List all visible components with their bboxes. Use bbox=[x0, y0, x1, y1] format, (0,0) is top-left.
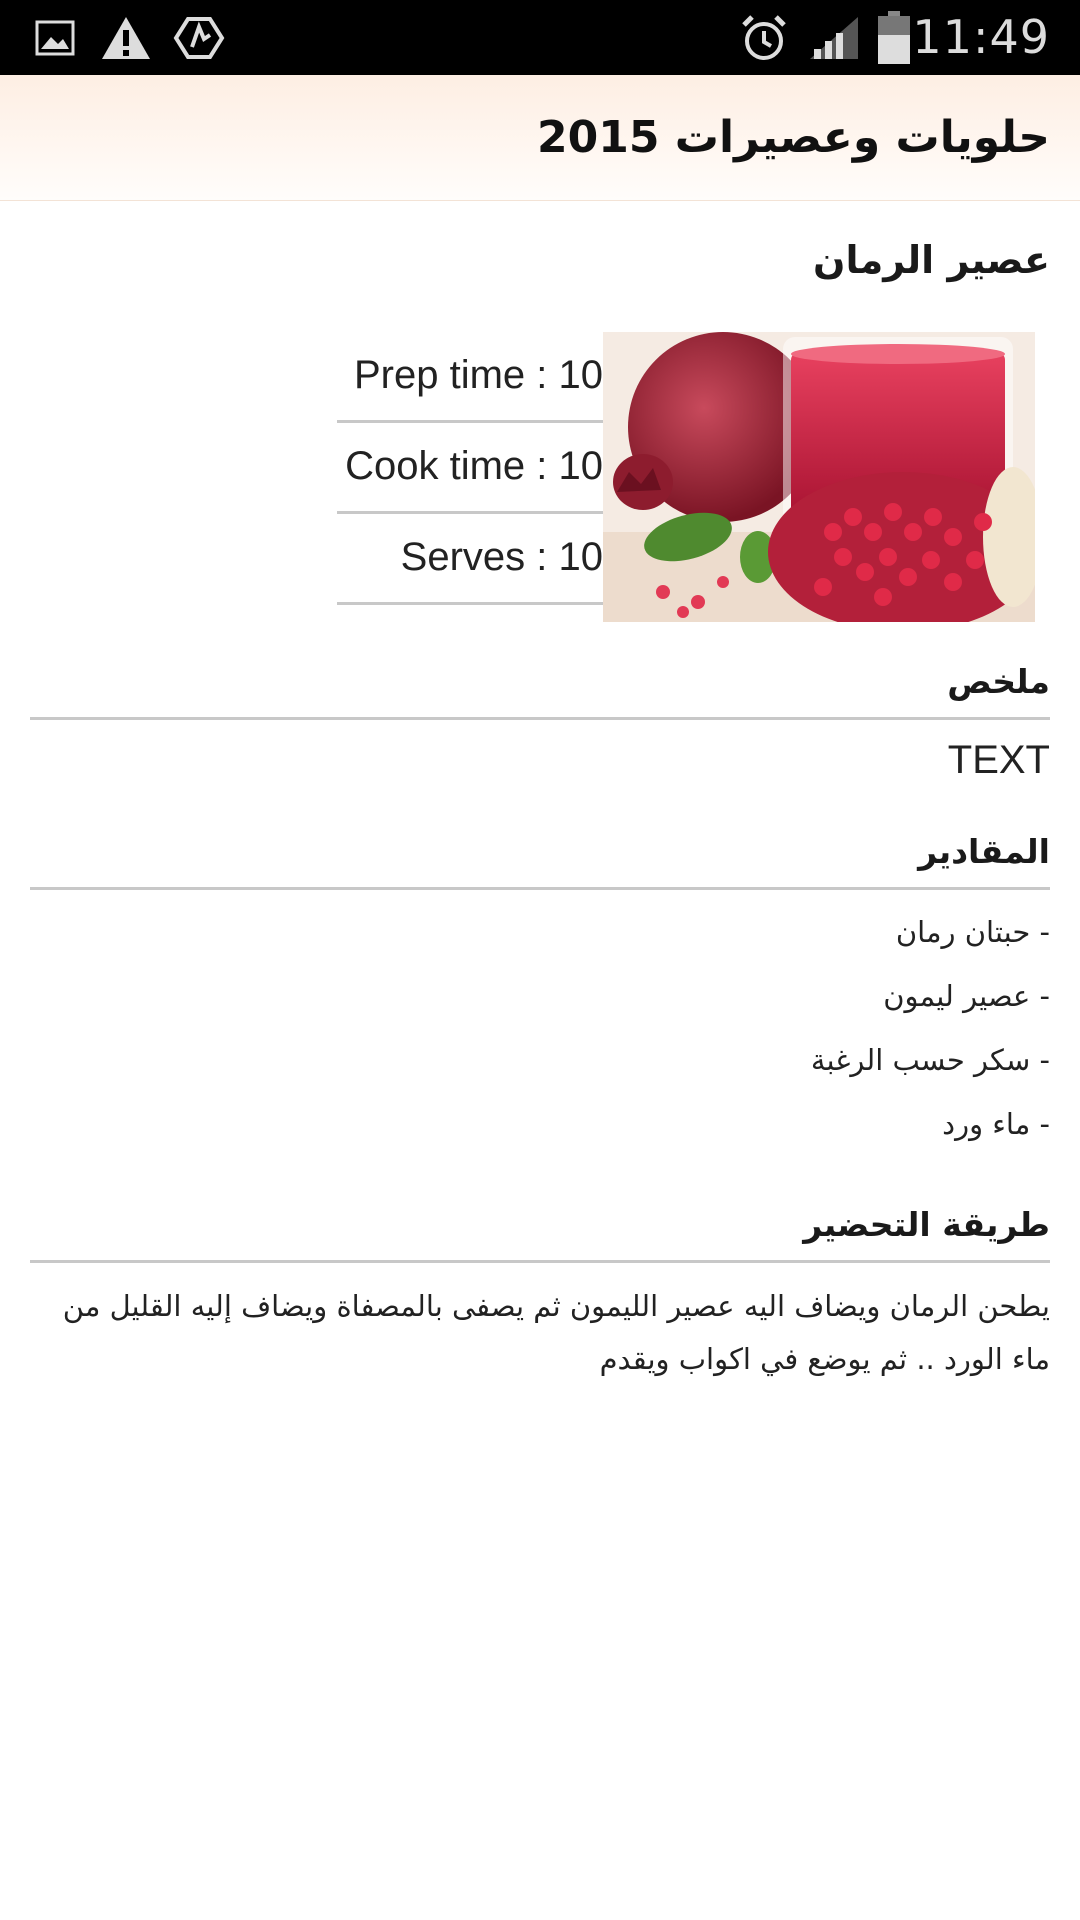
app-notification-icon bbox=[170, 0, 228, 75]
serves: Serves : 10 bbox=[337, 514, 603, 605]
ingredients-heading: المقادير bbox=[30, 832, 1050, 890]
action-bar: حلويات وعصيرات 2015 bbox=[0, 75, 1080, 201]
list-item: - ماء ورد bbox=[942, 1107, 1050, 1141]
recipe-image bbox=[603, 332, 1035, 622]
summary-text: TEXT bbox=[947, 738, 1050, 782]
method-heading: طريقة التحضير bbox=[30, 1205, 1050, 1263]
app-title: حلويات وعصيرات 2015 bbox=[536, 112, 1050, 163]
prep-time: Prep time : 10 bbox=[337, 332, 603, 423]
list-item: - عصير ليمون bbox=[883, 979, 1050, 1013]
list-item: - حبتان رمان bbox=[895, 915, 1050, 949]
ingredients-list: - حبتان رمان - عصير ليمون - سكر حسب الرغ… bbox=[811, 905, 1050, 1161]
signal-icon bbox=[806, 0, 862, 75]
status-bar: 11:49 bbox=[0, 0, 1080, 75]
picture-icon bbox=[30, 0, 80, 75]
battery-icon bbox=[872, 0, 916, 75]
clock: 11:49 bbox=[912, 10, 1050, 64]
summary-heading: ملخص bbox=[30, 662, 1050, 720]
method-text: يطحن الرمان ويضاف اليه عصير الليمون ثم ي… bbox=[62, 1289, 1050, 1376]
recipe-title: عصير الرمان bbox=[813, 238, 1050, 282]
warning-icon bbox=[98, 0, 154, 75]
cook-time: Cook time : 10 bbox=[337, 423, 603, 514]
list-item: - سكر حسب الرغبة bbox=[810, 1043, 1050, 1077]
alarm-icon bbox=[736, 0, 792, 75]
recipe-meta: Prep time : 10 Cook time : 10 Serves : 1… bbox=[337, 332, 603, 605]
